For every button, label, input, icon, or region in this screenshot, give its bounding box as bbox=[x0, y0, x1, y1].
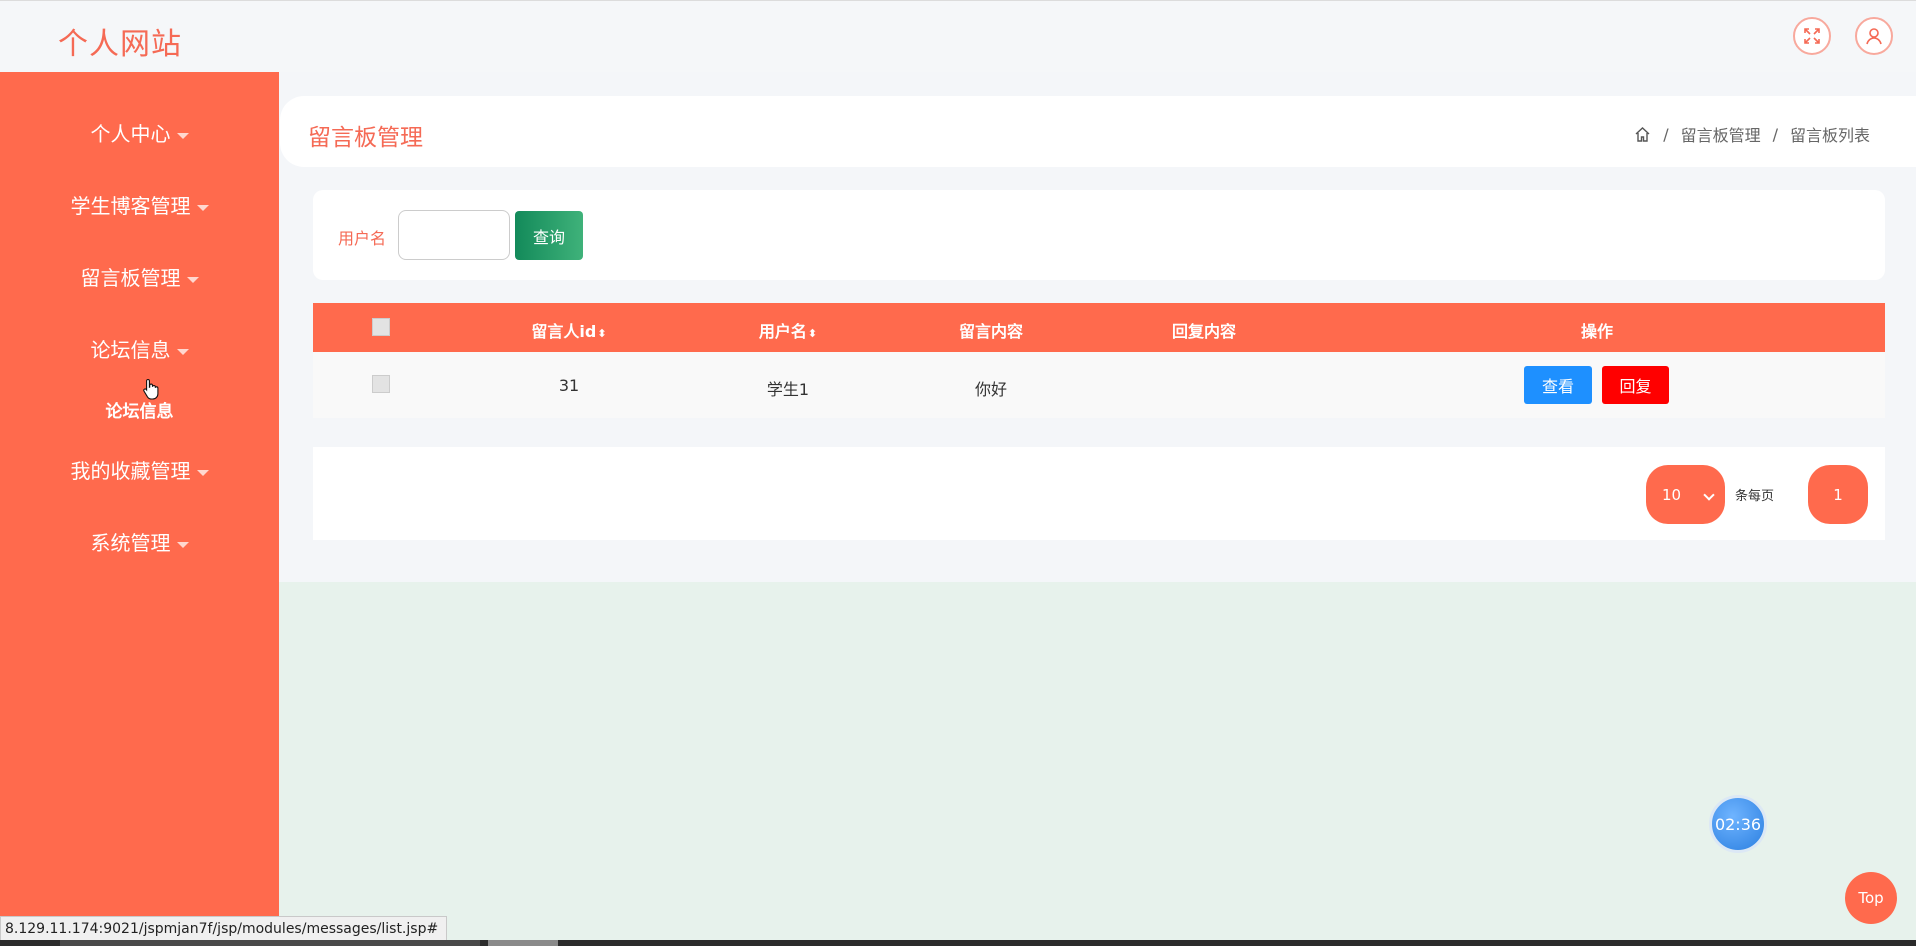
user-icon bbox=[1866, 28, 1882, 45]
reply-button[interactable]: 回复 bbox=[1602, 366, 1669, 404]
column-header-actions: 操作 bbox=[1580, 322, 1614, 341]
select-all-checkbox[interactable] bbox=[372, 318, 390, 336]
chevron-down-icon bbox=[1703, 489, 1715, 501]
sidebar-item-label: 论坛信息 bbox=[90, 338, 171, 362]
back-to-top-button[interactable]: Top bbox=[1845, 872, 1897, 924]
row-checkbox[interactable] bbox=[372, 375, 390, 393]
sidebar-item-forum[interactable]: 论坛信息 bbox=[0, 334, 279, 363]
column-header-reply: 回复内容 bbox=[1171, 322, 1237, 341]
sort-icon: ⬍ bbox=[597, 327, 607, 340]
fullscreen-button[interactable] bbox=[1793, 17, 1831, 55]
caret-down-icon bbox=[176, 132, 189, 139]
home-icon[interactable] bbox=[1634, 126, 1651, 143]
per-page-label: 条每页 bbox=[1735, 489, 1775, 504]
column-header-content: 留言内容 bbox=[958, 322, 1024, 341]
table-row: 31 学生1 你好 查看 回复 bbox=[313, 352, 1885, 418]
status-bar-url: 8.129.11.174:9021/jspmjan7f/jsp/modules/… bbox=[0, 916, 448, 942]
sidebar: 个人中心 学生博客管理 留言板管理 论坛信息 论坛信息 我的收藏管理 系统管理 bbox=[0, 72, 279, 946]
sidebar-item-label: 学生博客管理 bbox=[70, 194, 191, 218]
page-size-select[interactable]: 10 bbox=[1646, 465, 1725, 524]
caret-down-icon bbox=[186, 276, 199, 283]
breadcrumb-message-list: 留言板列表 bbox=[1789, 126, 1870, 145]
column-header-username[interactable]: 用户名⬍ bbox=[759, 318, 817, 342]
cell-content: 你好 bbox=[974, 380, 1008, 399]
caret-down-icon bbox=[176, 541, 189, 548]
search-button[interactable]: 查询 bbox=[515, 211, 583, 260]
table-header: 留言人id⬍ 用户名⬍ 留言内容 回复内容 操作 bbox=[313, 303, 1885, 352]
sidebar-item-personal-center[interactable]: 个人中心 bbox=[0, 118, 279, 147]
top-header: 个人网站 bbox=[0, 0, 1916, 73]
breadcrumb-separator: / bbox=[1663, 124, 1669, 144]
hand-cursor-icon bbox=[143, 378, 159, 400]
page-size-value: 10 bbox=[1662, 485, 1682, 504]
caret-down-icon bbox=[196, 469, 209, 476]
fullscreen-icon bbox=[1804, 28, 1820, 44]
cell-user-id: 31 bbox=[558, 376, 580, 395]
sidebar-item-label: 留言板管理 bbox=[80, 266, 181, 290]
sidebar-item-label: 我的收藏管理 bbox=[70, 459, 191, 483]
sidebar-subitem-forum-info[interactable]: 论坛信息 bbox=[0, 397, 279, 422]
sort-icon: ⬍ bbox=[807, 327, 818, 340]
caret-down-icon bbox=[196, 204, 209, 211]
search-panel: 用户名 查询 bbox=[313, 190, 1885, 280]
sidebar-item-favorites[interactable]: 我的收藏管理 bbox=[0, 455, 279, 484]
username-search-input[interactable] bbox=[398, 210, 510, 260]
user-button[interactable] bbox=[1855, 17, 1893, 55]
pagination-panel: 10 条每页 1 bbox=[313, 447, 1885, 540]
breadcrumb-separator: / bbox=[1772, 124, 1778, 144]
sidebar-item-label: 系统管理 bbox=[90, 531, 171, 555]
taskbar-strip bbox=[0, 940, 1916, 946]
page-number-button[interactable]: 1 bbox=[1808, 465, 1868, 524]
page-title: 留言板管理 bbox=[308, 125, 423, 151]
username-label: 用户名 bbox=[338, 229, 387, 248]
sidebar-item-message-board[interactable]: 留言板管理 bbox=[0, 262, 279, 291]
column-header-user-id[interactable]: 留言人id⬍ bbox=[531, 318, 606, 342]
breadcrumb: / 留言板管理 / 留言板列表 bbox=[1634, 122, 1870, 146]
timer-badge[interactable]: 02:36 bbox=[1709, 795, 1767, 853]
site-logo[interactable]: 个人网站 bbox=[58, 19, 182, 63]
breadcrumb-message-board[interactable]: 留言板管理 bbox=[1681, 122, 1761, 146]
sidebar-item-student-blog[interactable]: 学生博客管理 bbox=[0, 190, 279, 219]
sidebar-item-label: 个人中心 bbox=[90, 122, 171, 146]
page-header-card: 留言板管理 / 留言板管理 / 留言板列表 bbox=[280, 96, 1916, 167]
caret-down-icon bbox=[176, 348, 189, 355]
message-table: 留言人id⬍ 用户名⬍ 留言内容 回复内容 操作 31 学生1 你好 查看 回复 bbox=[313, 303, 1885, 418]
view-button[interactable]: 查看 bbox=[1524, 366, 1592, 404]
cell-username: 学生1 bbox=[766, 380, 810, 399]
sidebar-item-system[interactable]: 系统管理 bbox=[0, 527, 279, 556]
